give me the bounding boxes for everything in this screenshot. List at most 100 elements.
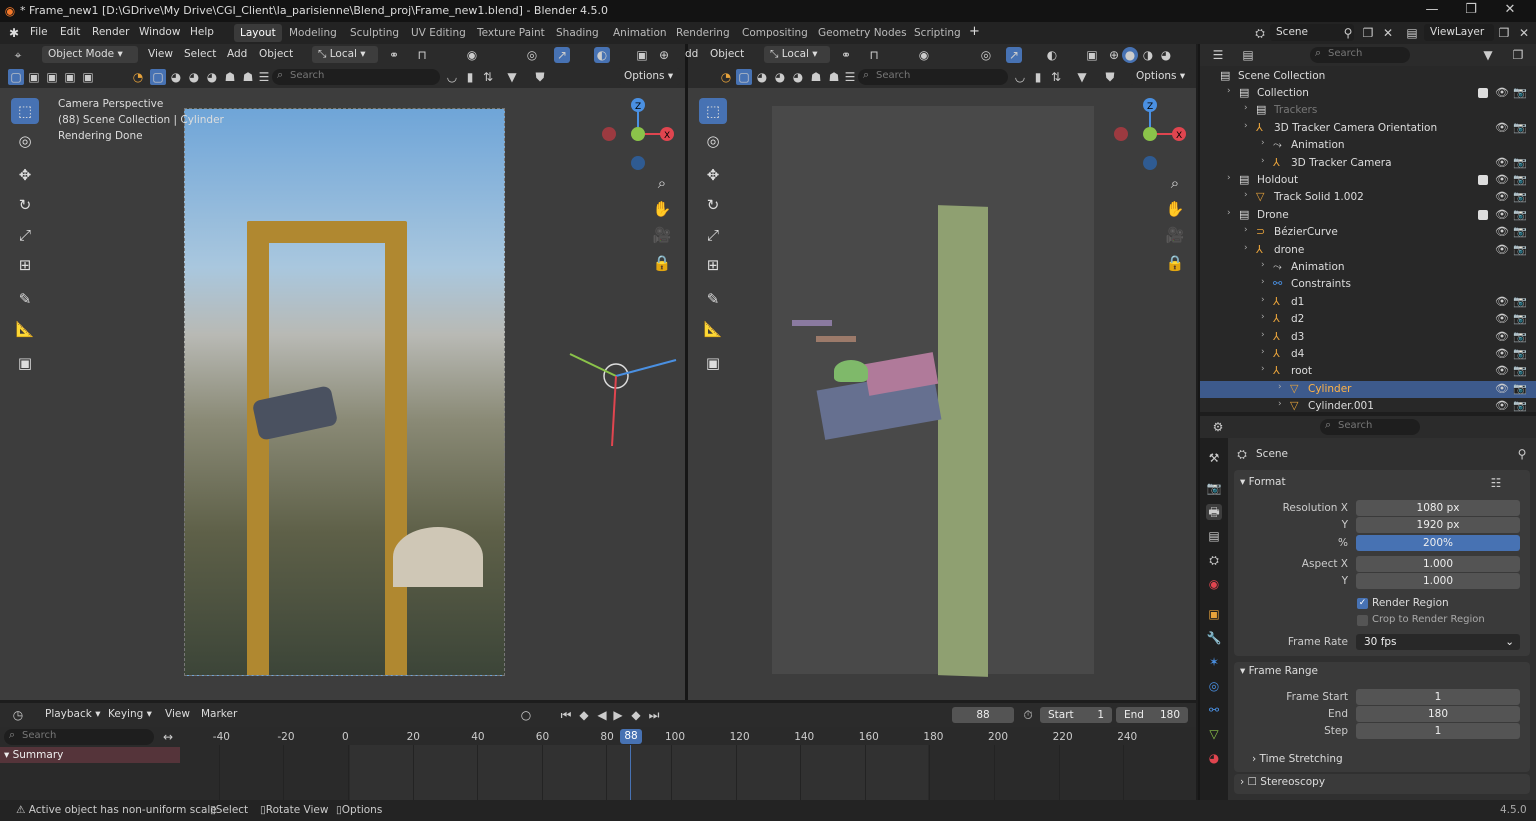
gizmo-icon[interactable]: ↗ [554, 47, 570, 63]
collection-checkbox[interactable] [1478, 175, 1488, 185]
resolution-x-field[interactable]: 1080 px [1356, 500, 1520, 516]
right-transform-orientation-dropdown[interactable]: ⤡ Local ▾ [764, 46, 830, 63]
resolution-percent-field[interactable]: 200% [1356, 535, 1520, 551]
jump-end-icon[interactable]: ⏭ [646, 707, 662, 723]
outliner-row[interactable]: › ▤ Holdout 👁 📷 [1200, 172, 1536, 189]
pivot-icon[interactable]: ⚭ [386, 47, 402, 63]
view-layer-selector[interactable]: ViewLayer [1424, 24, 1494, 41]
outliner-row[interactable]: › ⅄ d2 👁 📷 [1200, 311, 1536, 328]
frame-end-field[interactable]: 180 [1356, 706, 1520, 722]
right-snap-icon[interactable]: ⊓ [866, 47, 882, 63]
right-scale-tool[interactable]: ⤢ [699, 222, 727, 248]
select-box-icon[interactable]: ▢ [8, 69, 24, 85]
visibility-icon[interactable]: ◎ [524, 47, 540, 63]
outliner-filter-icon[interactable]: ▼ [1480, 47, 1496, 63]
left-3d-viewport[interactable]: Camera Perspective (88) Scene Collection… [0, 88, 685, 700]
visibility-eye-icon[interactable]: 👁 [1495, 382, 1509, 395]
menu-object-right[interactable]: Object [710, 48, 744, 60]
right-cursor-tool[interactable]: ◎ [699, 128, 727, 154]
display-mode-icon[interactable]: ▤ [1240, 47, 1256, 63]
right-shield-icon[interactable]: ⛊ [1102, 69, 1118, 85]
menu-object[interactable]: Object [259, 48, 293, 60]
outliner-row[interactable]: › ⅄ 3D Tracker Camera 👁 📷 [1200, 155, 1536, 172]
visibility-eye-icon[interactable]: 👁 [1495, 399, 1509, 412]
select-tool[interactable]: ⬚ [11, 98, 39, 124]
right-restrict-icon[interactable]: ◡ [1012, 69, 1028, 85]
menu-help[interactable]: Help [190, 26, 214, 38]
snap-icon[interactable]: ⊓ [414, 47, 430, 63]
menu-render[interactable]: Render [92, 26, 129, 38]
close-icon[interactable]: ✕ [1500, 2, 1520, 17]
minimize-icon[interactable]: — [1422, 2, 1442, 17]
visibility-eye-icon[interactable]: 👁 [1495, 347, 1509, 360]
right-sort-icon[interactable]: ⇅ [1048, 69, 1064, 85]
presets-icon[interactable]: ☷ [1488, 475, 1504, 491]
solid-shading-icon[interactable]: ● [1122, 47, 1138, 63]
funnel-icon[interactable]: ▼ [504, 69, 520, 85]
right-sphere-filter-icon[interactable]: ◕ [754, 69, 770, 85]
particles-tab-icon[interactable]: ✶ [1206, 654, 1222, 670]
filter-icon[interactable]: ◔ [130, 69, 146, 85]
tab-animation[interactable]: Animation [607, 24, 673, 42]
aspect-y-field[interactable]: 1.000 [1356, 573, 1520, 589]
expand-icon[interactable]: › [1261, 330, 1265, 340]
visibility-eye-icon[interactable]: 👁 [1495, 121, 1509, 134]
right-mesh-filter-icon[interactable]: ▢ [736, 69, 752, 85]
menu-select[interactable]: Select [184, 48, 216, 60]
menu-view[interactable]: View [148, 48, 173, 60]
render-camera-icon[interactable]: 📷 [1513, 312, 1527, 325]
sort-icon[interactable]: ⇅ [480, 69, 496, 85]
visibility-eye-icon[interactable]: 👁 [1495, 312, 1509, 325]
outliner-row[interactable]: › ▽ Track Solid 1.002 👁 📷 [1200, 189, 1536, 206]
delete-view-layer-icon[interactable]: ✕ [1516, 25, 1532, 41]
right-annotate-tool[interactable]: ✎ [699, 286, 727, 312]
editor-type-icon[interactable]: ⌖ [10, 47, 26, 63]
outliner-row[interactable]: › ⅄ d4 👁 📷 [1200, 346, 1536, 363]
new-view-layer-icon[interactable]: ❐ [1496, 25, 1512, 41]
tab-geometry-nodes[interactable]: Geometry Nodes [812, 24, 913, 42]
visibility-eye-icon[interactable]: 👁 [1495, 156, 1509, 169]
material-tab-icon[interactable]: ◕ [1206, 750, 1222, 766]
right-3d-viewport[interactable]: ⬚ ◎ ✥ ↻ ⤢ ⊞ ✎ 📐 ▣ Z X ⌕ ✋ 🎥 🔒 [688, 88, 1196, 700]
right-zoom-icon[interactable]: ⌕ [1162, 170, 1188, 196]
format-section[interactable]: ▾ Format [1240, 476, 1286, 488]
right-proportional-icon[interactable]: ◉ [916, 47, 932, 63]
play-icon[interactable]: ▶ [610, 707, 626, 723]
right-camera-view-icon[interactable]: 🎥 [1162, 222, 1188, 248]
outliner-row[interactable]: › ⚯ Constraints [1200, 276, 1536, 293]
tab-compositing[interactable]: Compositing [736, 24, 814, 42]
expand-icon[interactable]: › [1261, 138, 1265, 148]
outliner-row[interactable]: › ⅄ drone 👁 📷 [1200, 242, 1536, 259]
render-camera-icon[interactable]: 📷 [1513, 295, 1527, 308]
expand-icon[interactable]: › [1227, 86, 1231, 96]
track-solid-mesh[interactable] [938, 205, 988, 677]
menu-keying[interactable]: Keying ▾ [108, 708, 152, 720]
frame-rate-dropdown[interactable]: 30 fps ⌄ [1356, 634, 1520, 650]
modifier-tab-icon[interactable]: 🔧 [1206, 630, 1222, 646]
right-filter-icon[interactable]: ◔ [718, 69, 734, 85]
jump-start-icon[interactable]: ⏮ [558, 707, 574, 723]
jump-key-back-icon[interactable]: ◆ [576, 707, 592, 723]
expand-icon[interactable]: › [1261, 277, 1265, 287]
render-region-checkbox[interactable]: ✓ [1357, 598, 1368, 609]
navigation-gizmo[interactable]: Z X [596, 94, 680, 178]
outliner-row[interactable]: › ⤳ Animation [1200, 137, 1536, 154]
object-tab-icon[interactable]: ▣ [1206, 606, 1222, 622]
menu-file[interactable]: File [30, 26, 48, 38]
stopwatch-icon[interactable]: ⏱ [1020, 707, 1036, 723]
visibility-eye-icon[interactable]: 👁 [1495, 243, 1509, 256]
left-options-button[interactable]: Options ▾ [618, 68, 680, 85]
collection-checkbox[interactable] [1478, 209, 1488, 220]
outliner-editor-icon[interactable]: ☰ [1210, 47, 1226, 63]
material-shading-icon[interactable]: ◑ [1140, 47, 1156, 63]
outliner-row[interactable]: › ▽ Cylinder.001 👁 📷 [1200, 398, 1536, 415]
tab-sculpting[interactable]: Sculpting [344, 24, 405, 42]
tab-uv-editing[interactable]: UV Editing [405, 24, 472, 42]
misc-filter-icon[interactable]: ☰ [256, 69, 272, 85]
light-filter-icon[interactable]: ◕ [186, 69, 202, 85]
output-tab-icon[interactable]: 🖶 [1206, 504, 1222, 520]
visibility-eye-icon[interactable]: 👁 [1495, 173, 1509, 186]
bookmark-icon[interactable]: ▮ [462, 69, 478, 85]
jump-key-forward-icon[interactable]: ◆ [628, 707, 644, 723]
right-wireframe-icon[interactable]: ⊕ [1106, 47, 1122, 63]
